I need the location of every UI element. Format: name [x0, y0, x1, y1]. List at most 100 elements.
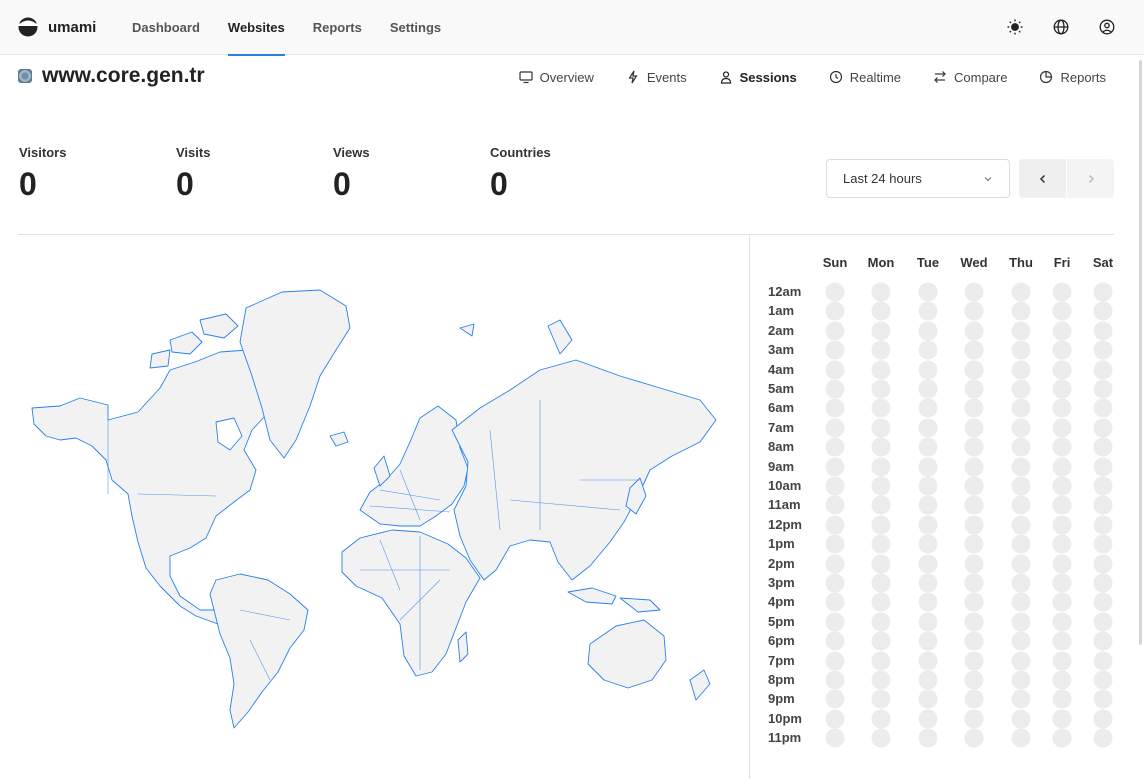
heatmap-cell[interactable]	[964, 592, 984, 612]
heatmap-cell[interactable]	[871, 612, 891, 632]
heatmap-cell[interactable]	[964, 301, 984, 321]
heatmap-cell[interactable]	[1093, 301, 1113, 321]
heatmap-cell[interactable]	[1011, 631, 1031, 651]
heatmap-cell[interactable]	[1011, 573, 1031, 593]
heatmap-cell[interactable]	[918, 670, 938, 690]
heatmap-cell[interactable]	[964, 573, 984, 593]
heatmap-cell[interactable]	[1052, 515, 1072, 535]
heatmap-cell[interactable]	[964, 418, 984, 438]
heatmap-cell[interactable]	[1052, 612, 1072, 632]
heatmap-cell[interactable]	[1093, 651, 1113, 671]
heatmap-cell[interactable]	[825, 301, 845, 321]
heatmap-cell[interactable]	[918, 398, 938, 418]
nav-reports[interactable]: Reports	[313, 0, 362, 55]
heatmap-cell[interactable]	[1052, 534, 1072, 554]
heatmap-cell[interactable]	[964, 670, 984, 690]
heatmap-cell[interactable]	[1052, 689, 1072, 709]
heatmap-cell[interactable]	[1052, 631, 1072, 651]
heatmap-cell[interactable]	[964, 437, 984, 457]
heatmap-cell[interactable]	[1052, 573, 1072, 593]
heatmap-cell[interactable]	[964, 282, 984, 302]
heatmap-cell[interactable]	[871, 534, 891, 554]
heatmap-cell[interactable]	[825, 457, 845, 477]
heatmap-cell[interactable]	[1052, 476, 1072, 496]
heatmap-cell[interactable]	[1011, 437, 1031, 457]
heatmap-cell[interactable]	[1052, 321, 1072, 341]
heatmap-cell[interactable]	[1093, 689, 1113, 709]
heatmap-cell[interactable]	[1093, 437, 1113, 457]
heatmap-cell[interactable]	[871, 592, 891, 612]
heatmap-cell[interactable]	[964, 534, 984, 554]
heatmap-cell[interactable]	[918, 360, 938, 380]
heatmap-cell[interactable]	[1011, 515, 1031, 535]
nav-dashboard[interactable]: Dashboard	[132, 0, 200, 55]
heatmap-cell[interactable]	[871, 379, 891, 399]
tab-events[interactable]: Events	[626, 68, 687, 86]
heatmap-cell[interactable]	[918, 418, 938, 438]
heatmap-cell[interactable]	[1052, 282, 1072, 302]
heatmap-cell[interactable]	[825, 398, 845, 418]
heatmap-cell[interactable]	[1052, 709, 1072, 729]
heatmap-cell[interactable]	[1093, 340, 1113, 360]
tab-realtime[interactable]: Realtime	[829, 68, 901, 86]
heatmap-cell[interactable]	[1011, 282, 1031, 302]
heatmap-cell[interactable]	[825, 728, 845, 748]
heatmap-cell[interactable]	[1093, 321, 1113, 341]
heatmap-cell[interactable]	[1011, 340, 1031, 360]
heatmap-cell[interactable]	[825, 534, 845, 554]
heatmap-cell[interactable]	[825, 689, 845, 709]
heatmap-cell[interactable]	[1052, 418, 1072, 438]
heatmap-cell[interactable]	[1011, 360, 1031, 380]
heatmap-cell[interactable]	[1011, 418, 1031, 438]
heatmap-cell[interactable]	[1052, 495, 1072, 515]
heatmap-cell[interactable]	[825, 573, 845, 593]
heatmap-cell[interactable]	[1011, 689, 1031, 709]
app-logo[interactable]: umami	[18, 17, 96, 37]
user-icon[interactable]	[1098, 18, 1116, 36]
heatmap-cell[interactable]	[1011, 301, 1031, 321]
heatmap-cell[interactable]	[825, 360, 845, 380]
heatmap-cell[interactable]	[871, 321, 891, 341]
heatmap-cell[interactable]	[918, 728, 938, 748]
heatmap-cell[interactable]	[871, 282, 891, 302]
heatmap-cell[interactable]	[1052, 437, 1072, 457]
heatmap-cell[interactable]	[825, 379, 845, 399]
date-range-select[interactable]: Last 24 hours	[826, 159, 1010, 198]
heatmap-cell[interactable]	[871, 651, 891, 671]
heatmap-cell[interactable]	[918, 631, 938, 651]
heatmap-cell[interactable]	[1093, 573, 1113, 593]
heatmap-cell[interactable]	[1052, 651, 1072, 671]
heatmap-cell[interactable]	[918, 282, 938, 302]
heatmap-cell[interactable]	[918, 321, 938, 341]
heatmap-cell[interactable]	[964, 495, 984, 515]
heatmap-cell[interactable]	[964, 631, 984, 651]
heatmap-cell[interactable]	[871, 554, 891, 574]
heatmap-cell[interactable]	[871, 340, 891, 360]
heatmap-cell[interactable]	[1093, 418, 1113, 438]
heatmap-cell[interactable]	[964, 360, 984, 380]
nav-settings[interactable]: Settings	[390, 0, 441, 55]
tab-sessions[interactable]: Sessions	[719, 68, 797, 86]
heatmap-cell[interactable]	[1011, 651, 1031, 671]
heatmap-cell[interactable]	[964, 612, 984, 632]
heatmap-cell[interactable]	[1052, 728, 1072, 748]
heatmap-cell[interactable]	[918, 592, 938, 612]
heatmap-cell[interactable]	[918, 573, 938, 593]
heatmap-cell[interactable]	[1093, 360, 1113, 380]
heatmap-cell[interactable]	[871, 457, 891, 477]
heatmap-cell[interactable]	[1093, 379, 1113, 399]
heatmap-cell[interactable]	[964, 476, 984, 496]
heatmap-cell[interactable]	[918, 457, 938, 477]
heatmap-cell[interactable]	[918, 495, 938, 515]
heatmap-cell[interactable]	[1011, 534, 1031, 554]
heatmap-cell[interactable]	[918, 612, 938, 632]
heatmap-cell[interactable]	[1011, 728, 1031, 748]
heatmap-cell[interactable]	[1052, 398, 1072, 418]
heatmap-cell[interactable]	[918, 534, 938, 554]
heatmap-cell[interactable]	[1011, 612, 1031, 632]
heatmap-cell[interactable]	[825, 437, 845, 457]
heatmap-cell[interactable]	[918, 476, 938, 496]
heatmap-cell[interactable]	[871, 689, 891, 709]
heatmap-cell[interactable]	[918, 689, 938, 709]
heatmap-cell[interactable]	[964, 709, 984, 729]
